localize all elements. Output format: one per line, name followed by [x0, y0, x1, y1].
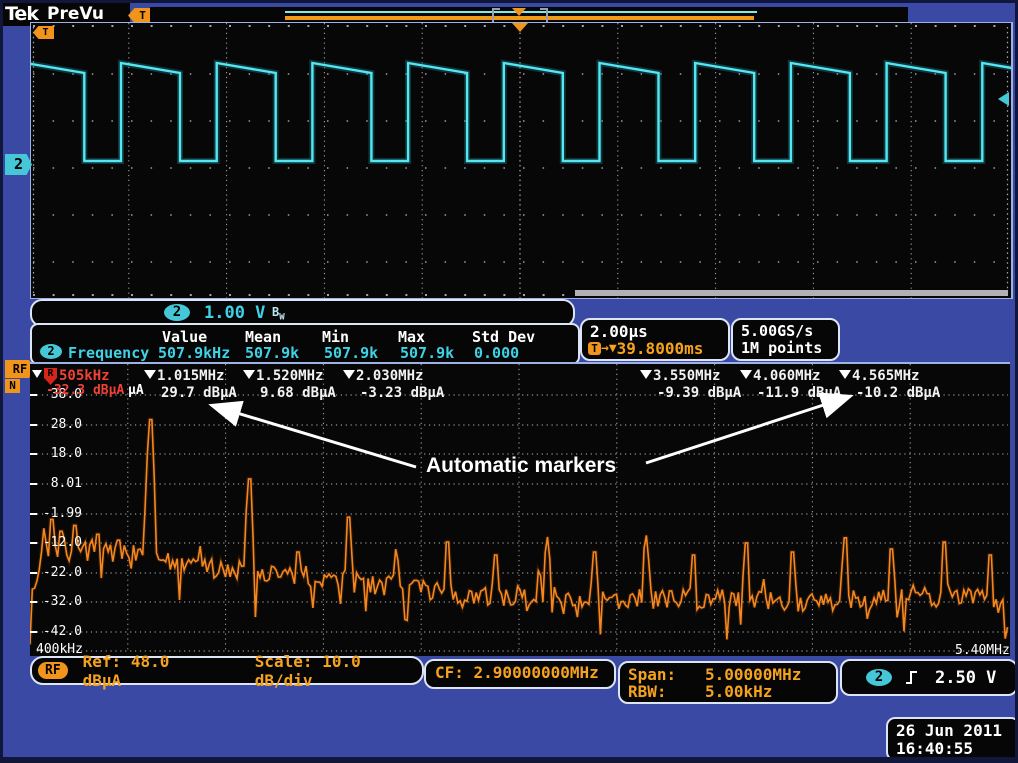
marker-ampl: -11.9 dBµA [757, 385, 841, 401]
ch2-trigger-level-arrow[interactable] [998, 92, 1009, 106]
amplitude-units-label: µA [128, 383, 144, 398]
ch2-badge[interactable]: 2 [164, 304, 190, 321]
horizontal-scale-box[interactable]: 2.00µs T →▼ 39.8000ms [580, 318, 730, 361]
trigger-level: 2.50 V [935, 668, 996, 688]
rf-badge[interactable]: RF [38, 662, 68, 679]
y-label-m12: -12.0 [38, 535, 82, 550]
trigger-readout-box[interactable]: 2 2.50 V [840, 659, 1018, 696]
trigger-position-marker[interactable] [512, 23, 528, 32]
marker-triangle-icon [740, 370, 752, 379]
measurement-name: Frequency [68, 344, 149, 362]
reference-marker-ampl: -32.3 dBµA [46, 383, 124, 398]
reference-marker-freq: 505kHz [59, 368, 110, 384]
record-view-bar[interactable] [150, 7, 908, 23]
marker-freq: 2.030MHz [356, 368, 423, 384]
ch2-waveform-plot [31, 23, 1011, 298]
measurement-value: 507.9kHz [158, 344, 230, 362]
auto-marker-2[interactable]: 1.520MHz9.68 dBµA [243, 368, 336, 401]
auto-marker-4[interactable]: 3.550MHz-9.39 dBµA [640, 368, 741, 401]
ch2-ground-badge[interactable]: 2 [5, 154, 32, 175]
y-tick [30, 631, 37, 633]
marker-triangle-icon [243, 370, 255, 379]
y-label-18: 18.0 [38, 446, 82, 461]
marker-ampl: -10.2 dBµA [856, 385, 940, 401]
measurement-source-badge: 2 [40, 344, 62, 359]
measurement-mean: 507.9k [245, 344, 299, 362]
datetime-box: 26 Jun 2011 16:40:55 [886, 717, 1018, 761]
measurement-stddev: 0.000 [474, 344, 519, 362]
record-length: 1M points [741, 339, 822, 357]
y-label-m2: -1.99 [38, 506, 82, 521]
y-tick [30, 453, 37, 455]
bandwidth-limit-icon: BW [272, 305, 285, 322]
rising-edge-icon [904, 669, 919, 686]
auto-marker-1[interactable]: 1.015MHz29.7 dBµA [144, 368, 237, 401]
acquisition-box[interactable]: 5.00GS/s 1M points [731, 318, 840, 361]
trigger-source-badge[interactable]: 2 [866, 669, 892, 686]
time-readout: 16:40:55 [896, 739, 973, 758]
marker-triangle-icon [839, 370, 851, 379]
rf-ref-level: Ref: 48.0 dBµA [83, 652, 213, 690]
record-view-trigger-marker[interactable] [512, 8, 526, 16]
y-tick [30, 601, 37, 603]
measurement-max: 507.9k [400, 344, 454, 362]
span-rbw-box[interactable]: Span: 5.00000MHz RBW: 5.00kHz [618, 661, 838, 704]
auto-marker-3[interactable]: 2.030MHz-3.23 dBµA [343, 368, 444, 401]
y-tick [30, 483, 37, 485]
marker-triangle-icon [144, 370, 156, 379]
y-label-8: 8.01 [38, 476, 82, 491]
center-frequency-box[interactable]: CF: 2.90000000MHz [424, 659, 616, 689]
rbw-value: 5.00kHz [705, 682, 772, 701]
y-label-m32: -32.0 [38, 594, 82, 609]
rf-spectrum-graticule: 38.0 28.0 18.0 8.01 -1.99 -12.0 -22.0 -3… [30, 362, 1010, 656]
y-tick [30, 394, 37, 396]
marker-triangle-icon [640, 370, 652, 379]
acquisition-mode-label: PreVu [47, 4, 104, 24]
measurement-table: Value Mean Min Max Std Dev 2 Frequency 5… [30, 323, 580, 365]
auto-marker-5[interactable]: 4.060MHz-11.9 dBµA [740, 368, 841, 401]
rf-settings-bar[interactable]: RF Ref: 48.0 dBµA Scale: 10.0 dB/div [30, 656, 424, 685]
annotation-text: Automatic markers [426, 454, 616, 478]
y-label-m42: -42.0 [38, 624, 82, 639]
delay-arrows-icon: →▼ [601, 341, 617, 356]
rf-normal-trace-badge[interactable]: N [5, 379, 20, 393]
window-divider-bar[interactable] [575, 290, 1008, 296]
y-tick [30, 424, 37, 426]
marker-ampl: 9.68 dBµA [260, 385, 336, 401]
trigger-delay-readout: 39.8000ms [617, 339, 704, 358]
spectrum-stop-freq-label: 5.40MHz [955, 643, 1010, 658]
y-tick [30, 572, 37, 574]
ch2-scale-readout: 1.00 V [204, 303, 265, 323]
sample-rate: 5.00GS/s [741, 322, 813, 340]
marker-freq: 1.520MHz [256, 368, 323, 384]
marker-ampl: -3.23 dBµA [360, 385, 444, 401]
record-view-rf-line [285, 16, 754, 20]
spectrum-start-freq-label: 400kHz [36, 642, 83, 657]
auto-marker-6[interactable]: 4.565MHz-10.2 dBµA [839, 368, 940, 401]
y-label-m22: -22.0 [38, 565, 82, 580]
marker-freq: 1.015MHz [157, 368, 224, 384]
marker-ampl: -9.39 dBµA [657, 385, 741, 401]
y-tick [30, 513, 37, 515]
time-domain-graticule: T [30, 22, 1013, 299]
trigger-delay-row: T →▼ 39.8000ms [588, 339, 703, 358]
y-tick [30, 542, 37, 544]
center-frequency: CF: 2.90000000MHz [435, 663, 599, 682]
marker-freq: 4.060MHz [753, 368, 820, 384]
rf-spectrum-plot [30, 364, 1010, 656]
oscilloscope-screen: Tek PreVu T T 2 2 1.00 V BW Value Mean M… [0, 0, 1018, 763]
delay-trigger-t-icon: T [588, 342, 601, 355]
date-readout: 26 Jun 2011 [896, 721, 1002, 740]
marker-freq: 4.565MHz [852, 368, 919, 384]
marker-triangle-icon [343, 370, 355, 379]
reference-marker-white-triangle-icon [32, 370, 42, 378]
marker-ampl: 29.7 dBµA [161, 385, 237, 401]
bw-sub: W [279, 312, 284, 322]
y-label-28: 28.0 [38, 417, 82, 432]
measurement-min: 507.9k [324, 344, 378, 362]
rf-scale: Scale: 10.0 dB/div [255, 652, 422, 690]
rbw-label: RBW: [628, 682, 667, 701]
marker-freq: 3.550MHz [653, 368, 720, 384]
